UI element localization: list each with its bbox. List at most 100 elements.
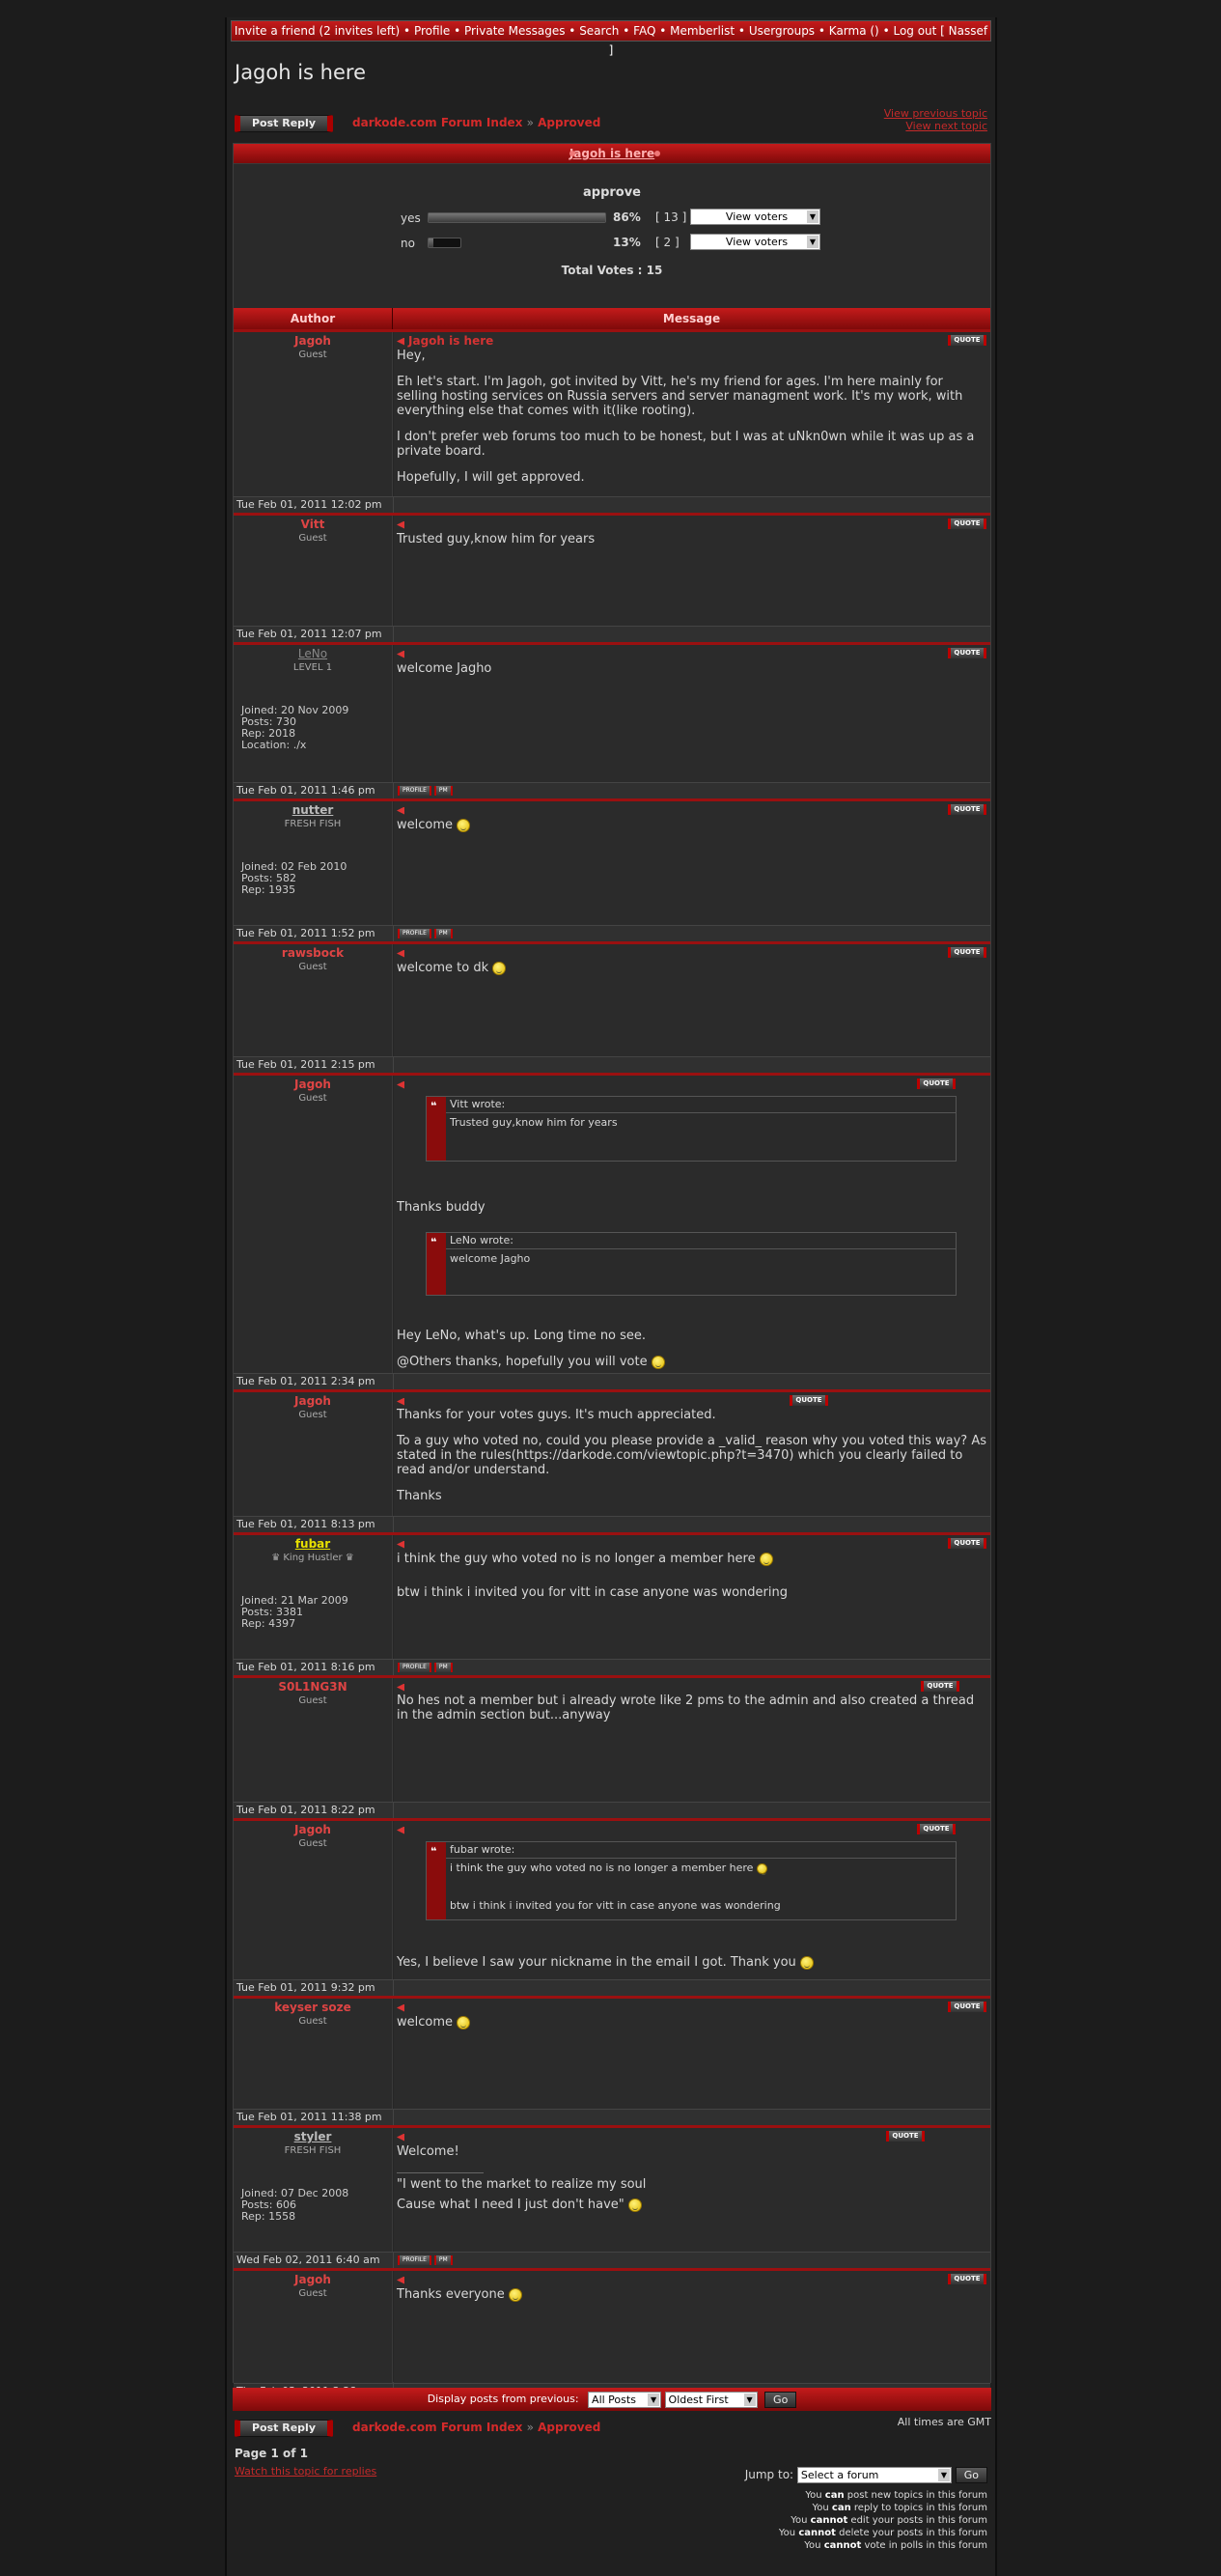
profile-button[interactable]: PROFILE	[398, 786, 431, 796]
post: Jagoh Guest QUOTE ❝ Vitt wrote: Trusted guy…	[234, 1073, 990, 1389]
nav-pm-link[interactable]: Private Messages	[464, 24, 566, 38]
quote-button[interactable]: QUOTE	[886, 2131, 925, 2142]
nav-faq-link[interactable]: FAQ	[633, 24, 655, 38]
post-body: QUOTE ❝ fubar wrote: i think the guy who v…	[394, 1821, 990, 1979]
quote-button[interactable]: QUOTE	[948, 2002, 986, 2012]
chevron-down-icon: ▼	[937, 2469, 950, 2481]
post-body: QUOTE welcome	[394, 801, 990, 925]
quote-button[interactable]: QUOTE	[948, 518, 986, 529]
profile-button[interactable]: PROFILE	[398, 1663, 431, 1672]
jump-to: Jump to: Select a forum ▼ Go	[745, 2467, 987, 2483]
post-date: Tue Feb 01, 2011 9:32 pm	[236, 1981, 375, 1994]
breadcrumb-forum-link[interactable]: Approved	[538, 2421, 600, 2434]
post-date: Tue Feb 01, 2011 1:46 pm	[236, 784, 375, 797]
topic-actions-top: Post Reply darkode.com Forum Index » App…	[227, 107, 995, 138]
author-name[interactable]: LeNo	[234, 647, 392, 660]
smile-icon	[756, 1862, 767, 1875]
post-icon	[397, 1826, 404, 1834]
topic-table: Jagoh is here approve yes 86% [ 13 ] Vie…	[233, 143, 991, 2399]
post-author: Jagoh Guest	[234, 332, 393, 496]
post: keyser soze Guest QUOTE welcome Tue Feb 0…	[234, 1996, 990, 2125]
quote-button[interactable]: QUOTE	[917, 1824, 956, 1834]
profile-button[interactable]: PROFILE	[398, 929, 431, 938]
watch-topic-link[interactable]: Watch this topic for replies	[235, 2465, 376, 2478]
post: JagohGuest QUOTE Thanks everyone Thu Feb…	[234, 2268, 990, 2399]
post-reply-button[interactable]: Post Reply	[235, 115, 333, 132]
quote-button[interactable]: QUOTE	[948, 335, 986, 346]
poll-bar-yes	[428, 212, 606, 223]
pm-button[interactable]: PM	[433, 786, 453, 796]
prev-topic-link[interactable]: View previous topic	[884, 107, 987, 120]
nav-usergroups-link[interactable]: Usergroups	[749, 24, 815, 38]
post-date: Tue Feb 01, 2011 2:34 pm	[236, 1375, 375, 1387]
jump-go-button[interactable]: Go	[955, 2467, 987, 2483]
view-voters-select-yes[interactable]: View voters ▼	[690, 209, 820, 225]
nav-search-link[interactable]: Search	[579, 24, 619, 38]
display-go-button[interactable]: Go	[764, 2391, 797, 2408]
post-icon	[397, 949, 404, 958]
view-voters-select-no[interactable]: View voters ▼	[690, 234, 820, 250]
nav-karma-link[interactable]: Karma ()	[829, 24, 879, 38]
quote-button[interactable]: QUOTE	[790, 1395, 828, 1406]
author-name: S0L1NG3N	[278, 1680, 347, 1694]
poll-bar-fill	[429, 238, 433, 247]
quote-button[interactable]: QUOTE	[948, 648, 986, 658]
poll-bar-no	[428, 238, 461, 248]
author-stats: Joined: 20 Nov 2009 Posts: 730 Rep: 2018 Lo…	[241, 704, 349, 751]
timezone-label: All times are GMT	[897, 2416, 991, 2428]
quote-button[interactable]: QUOTE	[917, 1078, 956, 1089]
author-name[interactable]: fubar	[234, 1537, 392, 1551]
profile-button[interactable]: PROFILE	[398, 2255, 431, 2265]
permissions-list: You can post new topics in this forum Yo…	[778, 2490, 987, 2551]
pm-button[interactable]: PM	[433, 929, 453, 938]
post-reply-button[interactable]: Post Reply	[235, 2420, 333, 2437]
post: Jagoh Guest QUOTE Thanks for your votes g…	[234, 1389, 990, 1532]
post-author: fubar ♛ King Hustler ♛ Joined: 21 Mar 200…	[234, 1535, 393, 1659]
poll-option-no: no 13% [ 2 ] View voters ▼	[234, 233, 990, 258]
author-name[interactable]: nutter	[234, 803, 392, 817]
post-body: QUOTE ❝ Vitt wrote: Trusted guy,know him f…	[394, 1076, 990, 1373]
breadcrumb-index-link[interactable]: darkode.com Forum Index	[352, 116, 522, 129]
quote-box: ❝ Vitt wrote: Trusted guy,know him for yea…	[426, 1096, 957, 1162]
breadcrumb: darkode.com Forum Index » Approved	[352, 2421, 601, 2434]
topic-header-link[interactable]: Jagoh is here	[234, 144, 990, 163]
author-name: Jagoh	[294, 1823, 331, 1836]
breadcrumb-forum-link[interactable]: Approved	[538, 116, 600, 129]
quote-button[interactable]: QUOTE	[948, 804, 986, 815]
quote-button[interactable]: QUOTE	[921, 1681, 959, 1692]
post-icon	[397, 1683, 404, 1692]
post-footer: Tue Feb 01, 2011 11:38 pm	[234, 2109, 990, 2125]
days-filter-select[interactable]: All Posts ▼	[588, 2391, 662, 2408]
smile-icon	[759, 1552, 773, 1566]
post: Jagoh Guest QUOTE ❝ fubar wrote: i think th…	[234, 1818, 990, 1996]
author-name: Jagoh	[294, 1394, 331, 1408]
nav-memberlist-link[interactable]: Memberlist	[670, 24, 735, 38]
post-author: S0L1NG3N Guest	[234, 1678, 393, 1802]
topic-actions-bottom: Post Reply darkode.com Forum Index » App…	[227, 2416, 999, 2441]
sort-order-select[interactable]: Oldest First ▼	[664, 2391, 758, 2408]
quote-button[interactable]: QUOTE	[948, 947, 986, 958]
quote-button[interactable]: QUOTE	[948, 1538, 986, 1549]
post-author: Jagoh Guest	[234, 1076, 393, 1373]
pm-button[interactable]: PM	[433, 2255, 453, 2265]
nav-profile-link[interactable]: Profile	[414, 24, 450, 38]
author-name[interactable]: styler	[234, 2130, 392, 2143]
post-date: Tue Feb 01, 2011 1:52 pm	[236, 927, 375, 939]
post-date: Tue Feb 01, 2011 8:16 pm	[236, 1661, 375, 1673]
chevron-down-icon: ▼	[807, 210, 819, 223]
pm-button[interactable]: PM	[433, 1663, 453, 1672]
post-footer: Tue Feb 01, 2011 12:02 pm	[234, 496, 990, 513]
post-body: QUOTE Welcome! "I went to the market to …	[394, 2128, 990, 2252]
chevron-down-icon: ▼	[807, 236, 819, 248]
post-icon	[397, 1540, 404, 1549]
post: Vitt Guest QUOTE Trusted guy,know him for…	[234, 513, 990, 642]
top-navigation: Invite a friend (2 invites left) • Profi…	[231, 20, 991, 57]
post: S0L1NG3N Guest QUOTE No hes not a member …	[234, 1675, 990, 1818]
quote-button[interactable]: QUOTE	[948, 2274, 986, 2284]
next-topic-link[interactable]: View next topic	[884, 120, 987, 132]
forum-jump-select[interactable]: Select a forum ▼	[796, 2467, 952, 2483]
smile-icon	[457, 2015, 471, 2030]
breadcrumb-index-link[interactable]: darkode.com Forum Index	[352, 2421, 522, 2434]
post: Jagoh Guest Jagoh is here QUOTE Hey, Eh l…	[234, 329, 990, 513]
nav-invite-link[interactable]: Invite a friend (2 invites left)	[235, 24, 400, 38]
